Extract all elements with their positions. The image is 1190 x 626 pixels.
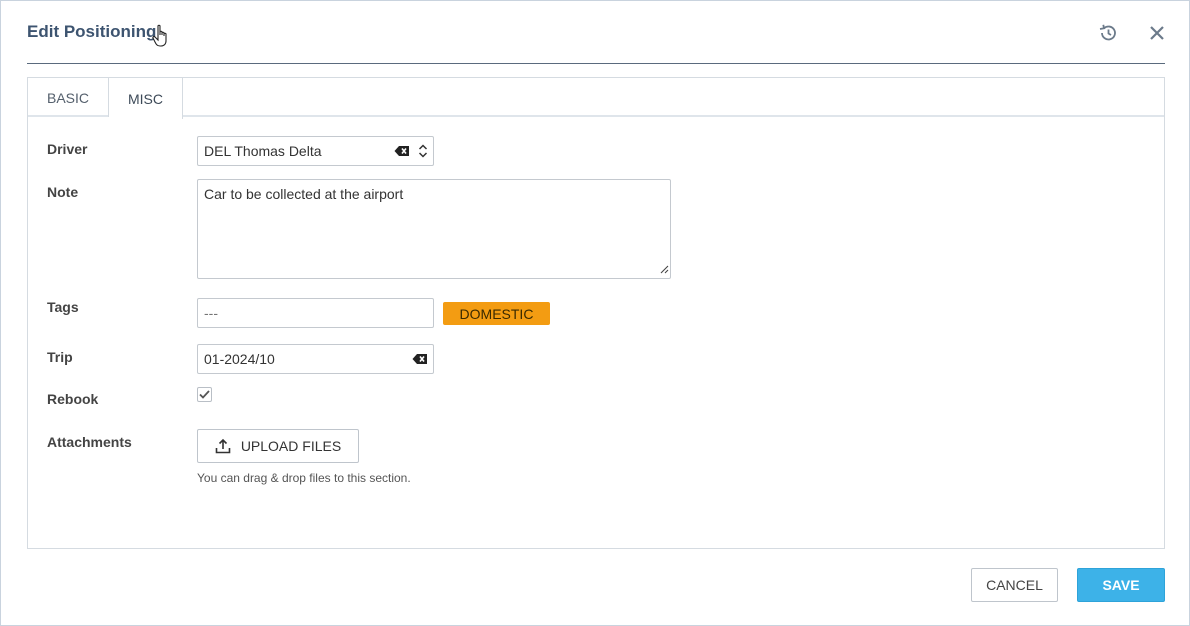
dialog-header: Edit Positioning	[27, 1, 1165, 64]
cancel-button[interactable]: CANCEL	[971, 568, 1058, 602]
attachments-label: Attachments	[47, 434, 132, 450]
note-textarea[interactable]: Car to be collected at the airport	[197, 179, 671, 279]
trip-label: Trip	[47, 349, 73, 365]
checkmark-icon	[199, 390, 210, 399]
tags-input[interactable]	[197, 298, 434, 328]
clear-driver-icon[interactable]	[391, 145, 413, 157]
note-label: Note	[47, 184, 79, 200]
drag-drop-hint: You can drag & drop files to this sectio…	[197, 471, 411, 485]
form-panel: BASIC MISC Driver DEL Thomas Delta Note …	[27, 77, 1165, 549]
tab-misc[interactable]: MISC	[109, 78, 183, 119]
dialog-title: Edit Positioning	[27, 22, 157, 41]
upload-files-label: UPLOAD FILES	[240, 438, 342, 454]
tab-basic[interactable]: BASIC	[28, 78, 109, 117]
rebook-checkbox[interactable]	[197, 387, 212, 402]
clear-trip-icon[interactable]	[407, 353, 433, 365]
upload-icon	[215, 438, 231, 454]
tag-badge-domestic[interactable]: DOMESTIC	[443, 302, 550, 325]
driver-value: DEL Thomas Delta	[204, 143, 322, 159]
save-button[interactable]: SAVE	[1077, 568, 1165, 602]
resize-handle-icon[interactable]	[659, 261, 669, 277]
tags-label: Tags	[47, 299, 79, 315]
driver-select[interactable]: DEL Thomas Delta	[197, 136, 434, 166]
edit-positioning-dialog: Edit Positioning BASIC MISC Driver DEL T…	[0, 0, 1190, 626]
hand-cursor-icon	[152, 24, 172, 48]
trip-select[interactable]: 01-2024/10	[197, 344, 434, 374]
driver-label: Driver	[47, 141, 88, 157]
trip-value: 01-2024/10	[204, 351, 275, 367]
history-icon[interactable]	[1096, 21, 1120, 45]
upload-files-button[interactable]: UPLOAD FILES	[197, 429, 359, 463]
chevron-updown-icon[interactable]	[413, 143, 433, 159]
rebook-label: Rebook	[47, 391, 99, 407]
note-value: Car to be collected at the airport	[204, 186, 404, 202]
tab-bar: BASIC MISC	[28, 78, 1164, 119]
close-icon[interactable]	[1145, 21, 1169, 45]
